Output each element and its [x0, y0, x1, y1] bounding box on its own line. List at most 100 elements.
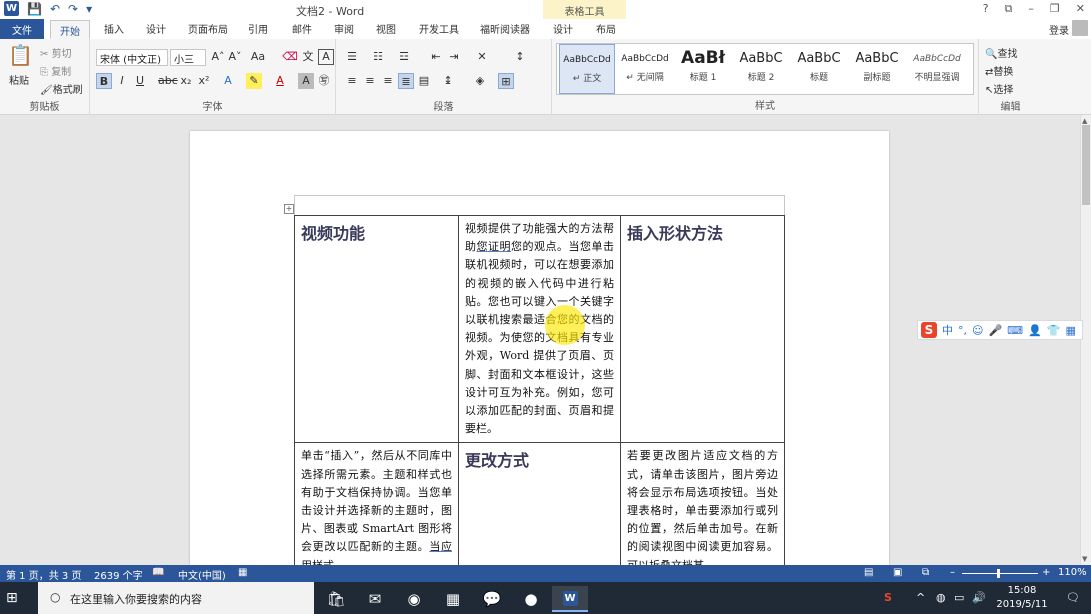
- proofing-icon[interactable]: 📖: [152, 567, 164, 578]
- chinese-mode-icon[interactable]: 中: [942, 322, 953, 338]
- tab-insert[interactable]: 插入: [104, 21, 124, 36]
- voice-icon[interactable]: 🎤: [988, 324, 1002, 337]
- page-count[interactable]: 第 1 页，共 3 页: [6, 567, 81, 582]
- grow-font-button[interactable]: A˄: [210, 49, 226, 65]
- punctuation-icon[interactable]: °,: [958, 324, 967, 337]
- replace-button[interactable]: ⇄替换: [985, 63, 1013, 78]
- paste-icon[interactable]: 📋: [8, 43, 33, 67]
- tab-references[interactable]: 引用: [248, 21, 268, 36]
- numbering-icon[interactable]: ☷: [370, 49, 386, 65]
- network-icon[interactable]: ◍: [936, 591, 946, 604]
- tab-home[interactable]: 开始: [50, 20, 90, 39]
- language-indicator[interactable]: 中文(中国): [178, 567, 226, 582]
- cell-change-method[interactable]: 更改方式: [458, 442, 621, 565]
- copy-button[interactable]: ⎘ 复制: [40, 63, 71, 78]
- subscript-button[interactable]: x₂: [178, 73, 194, 89]
- strikethrough-button[interactable]: abc: [158, 73, 178, 89]
- app-grid-icon[interactable]: ▦: [435, 586, 471, 612]
- minimize-button[interactable]: –: [1028, 2, 1034, 16]
- scrollbar-thumb[interactable]: [1082, 125, 1090, 205]
- font-color-icon[interactable]: A: [272, 73, 288, 89]
- wechat-app-icon[interactable]: 💬: [474, 586, 510, 612]
- macro-record-icon[interactable]: ▦: [238, 567, 247, 578]
- volume-icon[interactable]: 🔊: [972, 591, 986, 604]
- word-app-icon[interactable]: W: [552, 586, 588, 612]
- save-icon[interactable]: 💾: [27, 2, 42, 16]
- font-name-combo[interactable]: 宋体 (中文正): [96, 49, 168, 66]
- decrease-indent-icon[interactable]: ⇤: [428, 49, 444, 65]
- character-border-icon[interactable]: A: [318, 49, 334, 65]
- close-button[interactable]: ✕: [1076, 2, 1085, 16]
- cell-picture-description[interactable]: 若要更改图片适应文档的方式，请单击该图片，图片旁边将会显示布局选项按钮。当处理表…: [620, 442, 785, 565]
- tab-view[interactable]: 视图: [376, 21, 396, 36]
- tab-table-layout[interactable]: 布局: [596, 21, 616, 36]
- text-effects-icon[interactable]: A: [220, 73, 236, 89]
- tab-review[interactable]: 审阅: [334, 21, 354, 36]
- style-heading-1[interactable]: AaBł 标题 1: [675, 44, 731, 94]
- sogou-logo-icon[interactable]: S: [921, 322, 937, 338]
- highlight-icon[interactable]: ✎: [246, 73, 262, 89]
- zoom-level[interactable]: 110%: [1058, 567, 1087, 578]
- enclose-characters-icon[interactable]: ㊢: [316, 73, 332, 89]
- skin-icon[interactable]: 👕: [1047, 324, 1061, 337]
- tab-design[interactable]: 设计: [146, 21, 166, 36]
- table-move-handle-icon[interactable]: +: [284, 204, 294, 214]
- user-icon[interactable]: 👤: [1028, 324, 1042, 337]
- zoom-slider-thumb[interactable]: [997, 569, 1000, 578]
- battery-icon[interactable]: ▭: [954, 591, 964, 604]
- cell-video-description[interactable]: 视频提供了功能强大的方法帮助您证明您的观点。当您单击联机视频时，可以在想要添加的…: [458, 214, 621, 444]
- web-layout-icon[interactable]: ⧉: [922, 567, 929, 578]
- shading-icon[interactable]: ◈: [472, 73, 488, 89]
- increase-indent-icon[interactable]: ⇥: [446, 49, 462, 65]
- vertical-scrollbar[interactable]: ▲ ▼: [1080, 115, 1091, 565]
- format-painter-button[interactable]: 🖌格式刷: [40, 81, 83, 96]
- chinese-layout-icon[interactable]: ✕: [474, 49, 490, 65]
- align-left-icon[interactable]: ≡: [344, 73, 360, 89]
- cell-video-feature[interactable]: 视频功能: [294, 214, 459, 444]
- redo-icon[interactable]: ↷: [68, 2, 78, 16]
- align-center-icon[interactable]: ≡: [362, 73, 378, 89]
- login-link[interactable]: 登录: [1049, 22, 1069, 37]
- tray-chevron-icon[interactable]: ^: [916, 591, 925, 604]
- shrink-font-button[interactable]: A˅: [227, 49, 243, 65]
- sort-icon[interactable]: ↕: [512, 49, 528, 65]
- align-right-icon[interactable]: ≡: [380, 73, 396, 89]
- zoom-in-button[interactable]: +: [1042, 567, 1050, 578]
- font-size-combo[interactable]: 小三: [170, 49, 206, 66]
- word-count[interactable]: 2639 个字: [94, 567, 143, 582]
- select-button[interactable]: ↖选择: [985, 81, 1013, 96]
- phonetic-guide-icon[interactable]: 文: [300, 49, 316, 65]
- tab-table-design[interactable]: 设计: [553, 21, 573, 36]
- customize-quick-access-icon[interactable]: ▾: [86, 2, 92, 16]
- borders-icon[interactable]: ⊞: [498, 73, 514, 89]
- tab-file[interactable]: 文件: [0, 19, 44, 39]
- cell-insert-description[interactable]: 单击“插入”，然后从不同库中选择所需元素。主题和样式也有助于文档保持协调。当您单…: [294, 442, 459, 565]
- tab-foxit-reader[interactable]: 福昕阅读器: [480, 21, 530, 36]
- browser-app-icon[interactable]: ◉: [396, 586, 432, 612]
- taskbar-clock[interactable]: 15:08 2019/5/11: [990, 584, 1054, 612]
- italic-button[interactable]: I: [114, 73, 130, 89]
- green-app-icon[interactable]: ●: [513, 586, 549, 612]
- start-button[interactable]: ⊞: [6, 590, 18, 606]
- style-title[interactable]: AaBbC 标题: [791, 44, 847, 94]
- justify-icon[interactable]: ≣: [398, 73, 414, 89]
- scroll-down-icon[interactable]: ▼: [1082, 555, 1087, 563]
- style-subtitle[interactable]: AaBbC 副标题: [849, 44, 905, 94]
- sogou-tray-icon[interactable]: S: [884, 591, 892, 604]
- style-subtle-emphasis[interactable]: AaBbCcDd 不明显强调: [907, 44, 967, 94]
- cell-insert-shape-method[interactable]: 插入形状方法: [620, 214, 785, 444]
- tab-developer[interactable]: 开发工具: [419, 21, 459, 36]
- emoji-icon[interactable]: ☺: [972, 324, 983, 337]
- undo-icon[interactable]: ↶: [50, 2, 60, 16]
- taskbar-search-box[interactable]: ○ 在这里输入你要搜索的内容: [38, 582, 314, 614]
- ribbon-display-options-button[interactable]: ⧉: [1005, 2, 1013, 16]
- notification-icon[interactable]: 🗨: [1066, 591, 1080, 604]
- change-case-button[interactable]: Aa: [250, 49, 266, 65]
- bold-button[interactable]: B: [96, 73, 112, 89]
- toolbox-icon[interactable]: ▦: [1065, 324, 1075, 337]
- avatar[interactable]: [1072, 20, 1088, 36]
- cut-button[interactable]: ✂ 剪切: [40, 45, 72, 60]
- clear-format-icon[interactable]: ⌫: [282, 49, 298, 65]
- zoom-slider[interactable]: [962, 573, 1038, 574]
- restore-button[interactable]: ❐: [1050, 2, 1060, 16]
